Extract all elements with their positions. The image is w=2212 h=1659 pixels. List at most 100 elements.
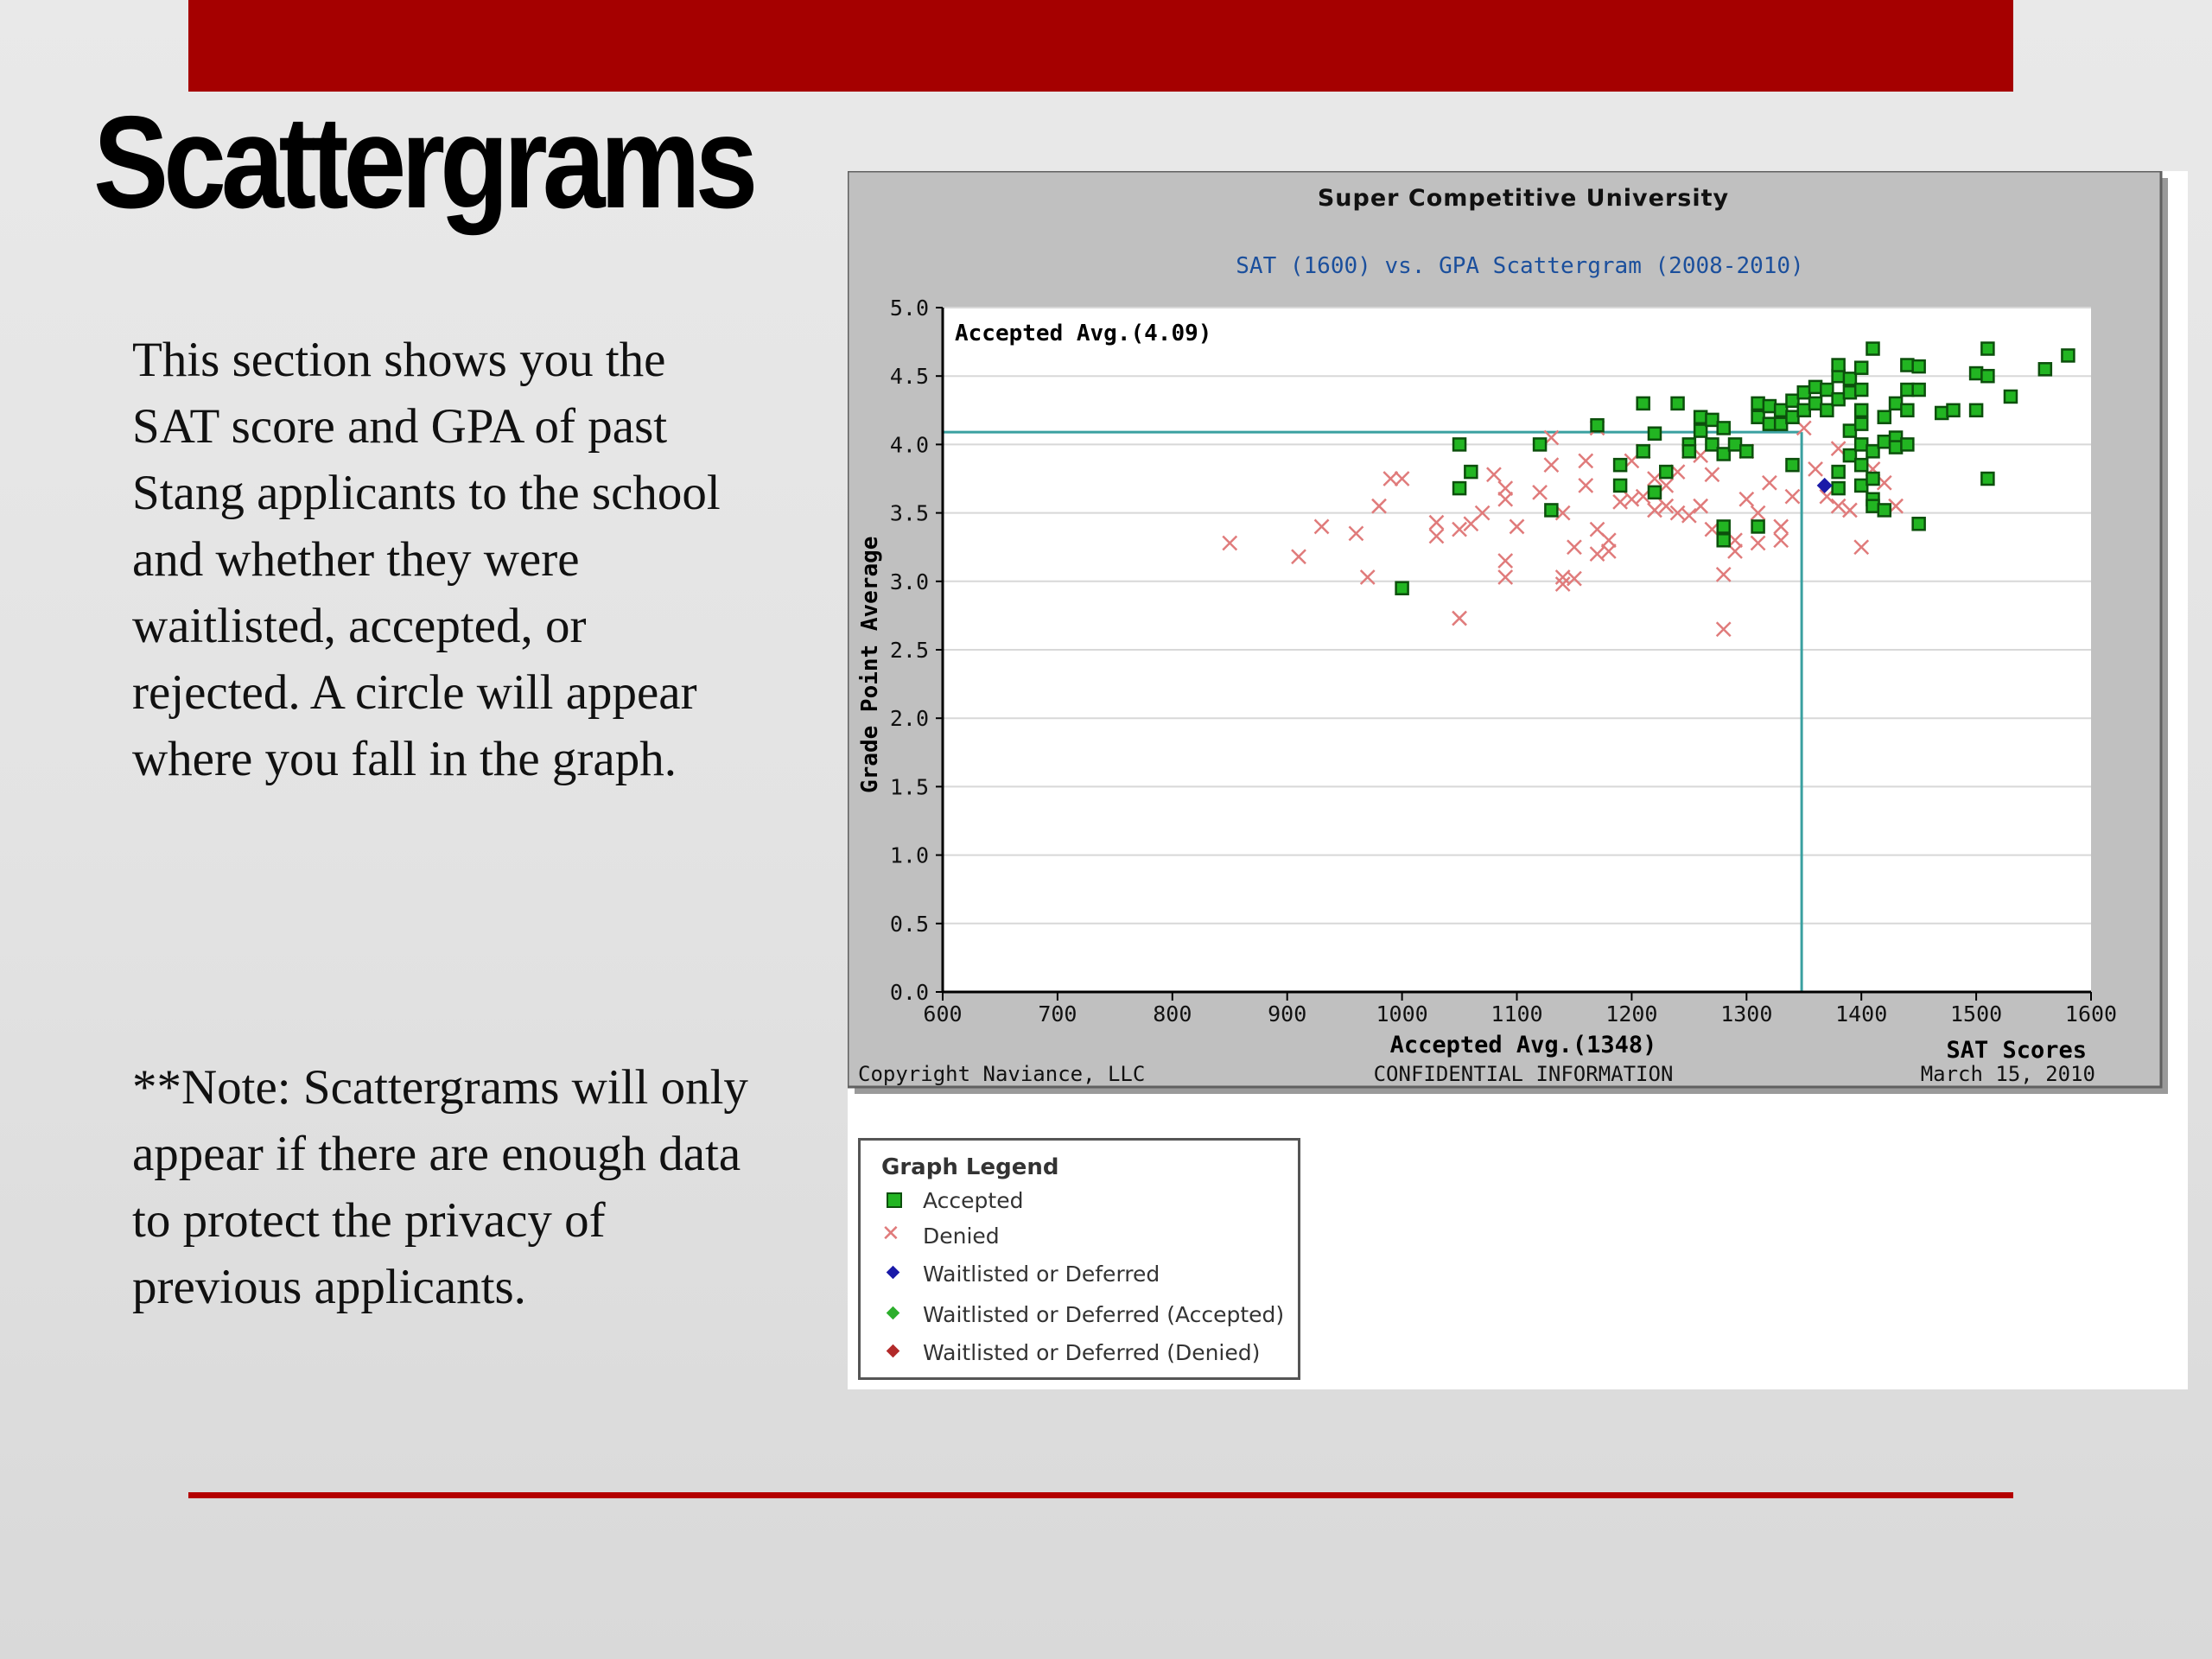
accepted-point [1808, 396, 1823, 411]
accepted-point [1968, 365, 1984, 381]
body-paragraph-note: **Note: Scattergrams will only appear if… [132, 1060, 748, 1314]
accepted-point [2061, 348, 2075, 363]
accepted-point [1636, 444, 1650, 459]
accepted-point [1842, 423, 1858, 438]
accepted-point [1590, 417, 1605, 433]
accepted-point [1808, 379, 1823, 395]
accepted-point [1877, 434, 1892, 449]
accepted-point [1853, 416, 1869, 431]
accepted-point [1911, 517, 1926, 531]
accepted-point [1395, 581, 1409, 595]
copyright-text: Copyright Naviance, LLC [858, 1062, 1145, 1086]
accepted-point [1716, 519, 1731, 534]
graph-legend: Graph Legend Accepted ✕ Denied Waitliste… [858, 1138, 1300, 1380]
y-axis-title: Grade Point Average [857, 537, 883, 793]
accepted-point [1762, 398, 1777, 414]
y-tick-label: 2.0 [890, 706, 929, 731]
accepted-point [1831, 358, 1846, 372]
accepted-point [1636, 396, 1650, 411]
accepted-point [1727, 437, 1743, 452]
accepted-point [1820, 403, 1834, 418]
accepted-point [1751, 519, 1765, 534]
y-tick-label: 1.5 [890, 774, 929, 799]
legend-item-waitlisted: Waitlisted or Deferred [881, 1259, 1160, 1288]
accepted-point [1946, 403, 1961, 418]
accepted-point [1670, 396, 1685, 411]
accepted-point [1612, 478, 1628, 493]
legend-title: Graph Legend [881, 1154, 1059, 1180]
confidential-text: CONFIDENTIAL INFORMATION [1374, 1062, 1674, 1086]
accepted-point [1888, 440, 1904, 454]
red-diamond-icon [881, 1339, 907, 1365]
accepted-point [1831, 464, 1846, 480]
y-tick-label: 2.5 [890, 638, 929, 663]
accepted-point [1739, 444, 1754, 459]
x-tick-label: 1200 [1605, 1001, 1657, 1027]
legend-item-denied: ✕ Denied [881, 1221, 1000, 1250]
accepted-point [1647, 485, 1662, 500]
date-text: March 15, 2010 [1921, 1062, 2095, 1086]
y-tick-label: 3.5 [890, 501, 929, 526]
accepted-point [1911, 382, 1926, 397]
legend-label: Waitlisted or Deferred (Denied) [923, 1339, 1261, 1365]
chart-title: Super Competitive University [1318, 185, 1729, 212]
accepted-point [1853, 478, 1869, 493]
accepted-point [1693, 423, 1708, 438]
accepted-point [1693, 410, 1708, 424]
accepted-point [1464, 464, 1478, 480]
accepted-point [1842, 372, 1858, 386]
accepted-point [1751, 396, 1765, 411]
legend-label: Waitlisted or Deferred (Accepted) [923, 1301, 1285, 1327]
accepted-point [1796, 385, 1811, 400]
slide-title: Scattergrams [93, 89, 758, 236]
accepted-point [2003, 389, 2018, 404]
accepted-point [1796, 403, 1811, 418]
accepted-point [1842, 448, 1858, 463]
x-tick-label: 1400 [1835, 1001, 1887, 1027]
accepted-point [2037, 362, 2053, 377]
accepted-avg-sat-label: Accepted Avg.(1348) [1390, 1032, 1657, 1058]
accepted-point [1785, 457, 1800, 473]
accepted-avg-gpa-label: Accepted Avg.(4.09) [955, 321, 1211, 346]
accepted-point [1853, 382, 1869, 397]
accepted-point [1853, 457, 1869, 473]
x-tick-label: 900 [1268, 1001, 1306, 1027]
accepted-point [1866, 471, 1880, 486]
y-tick-label: 3.0 [890, 569, 929, 594]
accepted-point [1785, 393, 1800, 408]
x-tick-label: 1600 [2065, 1001, 2117, 1027]
x-tick-label: 1300 [1720, 1001, 1772, 1027]
legend-label: Accepted [923, 1187, 1024, 1213]
accepted-point [1659, 464, 1674, 480]
accepted-point [1911, 359, 1926, 374]
legend-item-accepted: Accepted [881, 1185, 1023, 1215]
accepted-point [1877, 410, 1892, 424]
accepted-point [1866, 341, 1880, 356]
accepted-point [1773, 403, 1789, 418]
accepted-point [1681, 444, 1697, 459]
accepted-point [1934, 405, 1949, 421]
accepted-point [1866, 444, 1880, 459]
accepted-point [1900, 403, 1915, 418]
accepted-point [1762, 416, 1777, 431]
accepted-point [1853, 360, 1869, 375]
x-tick-label: 1000 [1376, 1001, 1427, 1027]
accepted-point [1532, 437, 1548, 452]
legend-label: Denied [923, 1223, 1000, 1249]
legend-label: Waitlisted or Deferred [923, 1261, 1160, 1287]
x-tick-label: 600 [923, 1001, 962, 1027]
legend-item-waitlisted-accepted: Waitlisted or Deferred (Accepted) [881, 1300, 1284, 1329]
accepted-point [1842, 385, 1858, 400]
accepted-point [1968, 403, 1984, 418]
accepted-point [1716, 447, 1731, 461]
accepted-point [1452, 480, 1467, 496]
accepted-point [1888, 396, 1904, 411]
legend-item-waitlisted-denied: Waitlisted or Deferred (Denied) [881, 1338, 1260, 1367]
x-tick-label: 800 [1153, 1001, 1192, 1027]
accepted-point [1820, 382, 1834, 397]
accepted-point [1716, 533, 1731, 548]
green-square-icon [881, 1187, 907, 1213]
accepted-point [1980, 341, 1995, 356]
accepted-point [1452, 437, 1467, 452]
accepted-point [1751, 410, 1765, 424]
